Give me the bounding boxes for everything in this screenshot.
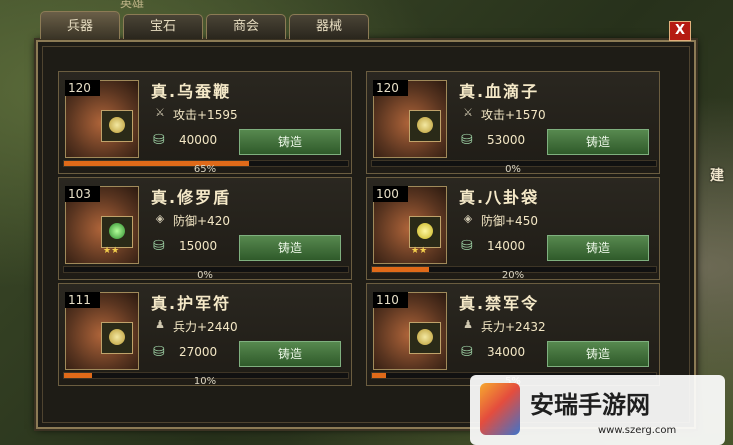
item-cost: 15000 — [179, 239, 218, 253]
soldier-icon: ♟ — [155, 318, 165, 331]
soldier-icon: ♟ — [463, 318, 473, 331]
item-cost: 34000 — [487, 345, 526, 359]
progress-label: 10% — [193, 376, 217, 387]
item-name: 真.修罗盾 — [151, 188, 232, 207]
sword-icon: ⚔ — [155, 106, 165, 119]
item-level: 120 — [373, 80, 408, 96]
forge-button[interactable]: 铸造 — [547, 341, 649, 367]
item-name: 真.禁军令 — [459, 294, 540, 313]
side-text: 建 — [710, 168, 724, 184]
item-level: 120 — [65, 80, 100, 96]
progress-label: 0% — [197, 270, 213, 281]
progress-label: 20% — [501, 270, 525, 281]
item-stat: 防御+420 — [173, 214, 230, 228]
item-stat: 攻击+1595 — [173, 108, 238, 122]
watermark-logo-icon — [480, 383, 520, 435]
forge-button[interactable]: 铸造 — [547, 235, 649, 261]
silver-icon: ⛁ — [461, 344, 473, 360]
item-name: 真.护军符 — [151, 294, 232, 313]
forge-button[interactable]: 铸造 — [239, 235, 341, 261]
item-stat: 攻击+1570 — [481, 108, 546, 122]
gem-icon — [409, 322, 441, 354]
item-card: 120 真.血滴子 ⚔ 攻击+1570 ⛁ 53000 铸造 0% — [366, 71, 660, 175]
forge-button[interactable]: 铸造 — [239, 129, 341, 155]
tab-gems[interactable]: 宝石 — [123, 14, 203, 39]
item-level: 110 — [373, 292, 408, 308]
progress-label: 65% — [193, 164, 217, 175]
item-card: 103 ★★ 真.修罗盾 ◈ 防御+420 ⛁ 15000 铸造 0% — [58, 177, 352, 281]
item-level: 100 — [373, 186, 408, 202]
item-name: 真.血滴子 — [459, 82, 540, 101]
tab-bar: 兵器 宝石 商会 器械 — [40, 11, 369, 39]
tab-weapons[interactable]: 兵器 — [40, 11, 120, 39]
item-card: 111 真.护军符 ♟ 兵力+2440 ⛁ 27000 铸造 10% — [58, 283, 352, 387]
gem-icon — [101, 322, 133, 354]
gem-icon — [101, 216, 133, 248]
item-cost: 53000 — [487, 133, 526, 147]
item-level: 111 — [65, 292, 100, 308]
close-button[interactable]: X — [669, 21, 691, 41]
star-rating: ★★ — [411, 246, 428, 256]
gem-icon — [101, 110, 133, 142]
top-label: 英雄 — [120, 0, 145, 10]
watermark-url: www.szerg.com — [598, 425, 677, 436]
silver-icon: ⛁ — [153, 344, 165, 360]
silver-icon: ⛁ — [461, 132, 473, 148]
shield-icon: ◈ — [463, 212, 473, 225]
item-name: 真.八卦袋 — [459, 188, 540, 207]
item-level: 103 — [65, 186, 100, 202]
silver-icon: ⛁ — [461, 238, 473, 254]
item-stat: 兵力+2432 — [481, 320, 546, 334]
forge-button[interactable]: 铸造 — [547, 129, 649, 155]
watermark: 安瑞手游网 www.szerg.com — [470, 375, 725, 445]
item-card: 110 真.禁军令 ♟ 兵力+2432 ⛁ 34000 铸造 5% — [366, 283, 660, 387]
forge-button[interactable]: 铸造 — [239, 341, 341, 367]
item-card: 100 ★★ 真.八卦袋 ◈ 防御+450 ⛁ 14000 铸造 20% — [366, 177, 660, 281]
progress-label: 0% — [505, 164, 521, 175]
tab-guild[interactable]: 商会 — [206, 14, 286, 39]
item-stat: 兵力+2440 — [173, 320, 238, 334]
sword-icon: ⚔ — [463, 106, 473, 119]
watermark-title: 安瑞手游网 — [530, 391, 650, 419]
silver-icon: ⛁ — [153, 132, 165, 148]
item-cost: 27000 — [179, 345, 218, 359]
gem-icon — [409, 110, 441, 142]
star-rating: ★★ — [103, 246, 120, 256]
silver-icon: ⛁ — [153, 238, 165, 254]
item-stat: 防御+450 — [481, 214, 538, 228]
item-cost: 40000 — [179, 133, 218, 147]
item-cost: 14000 — [487, 239, 526, 253]
item-card: 120 真.乌蚕鞭 ⚔ 攻击+1595 ⛁ 40000 铸造 65% — [58, 71, 352, 175]
item-name: 真.乌蚕鞭 — [151, 82, 232, 101]
gem-icon — [409, 216, 441, 248]
tab-machinery[interactable]: 器械 — [289, 14, 369, 39]
shield-icon: ◈ — [155, 212, 165, 225]
